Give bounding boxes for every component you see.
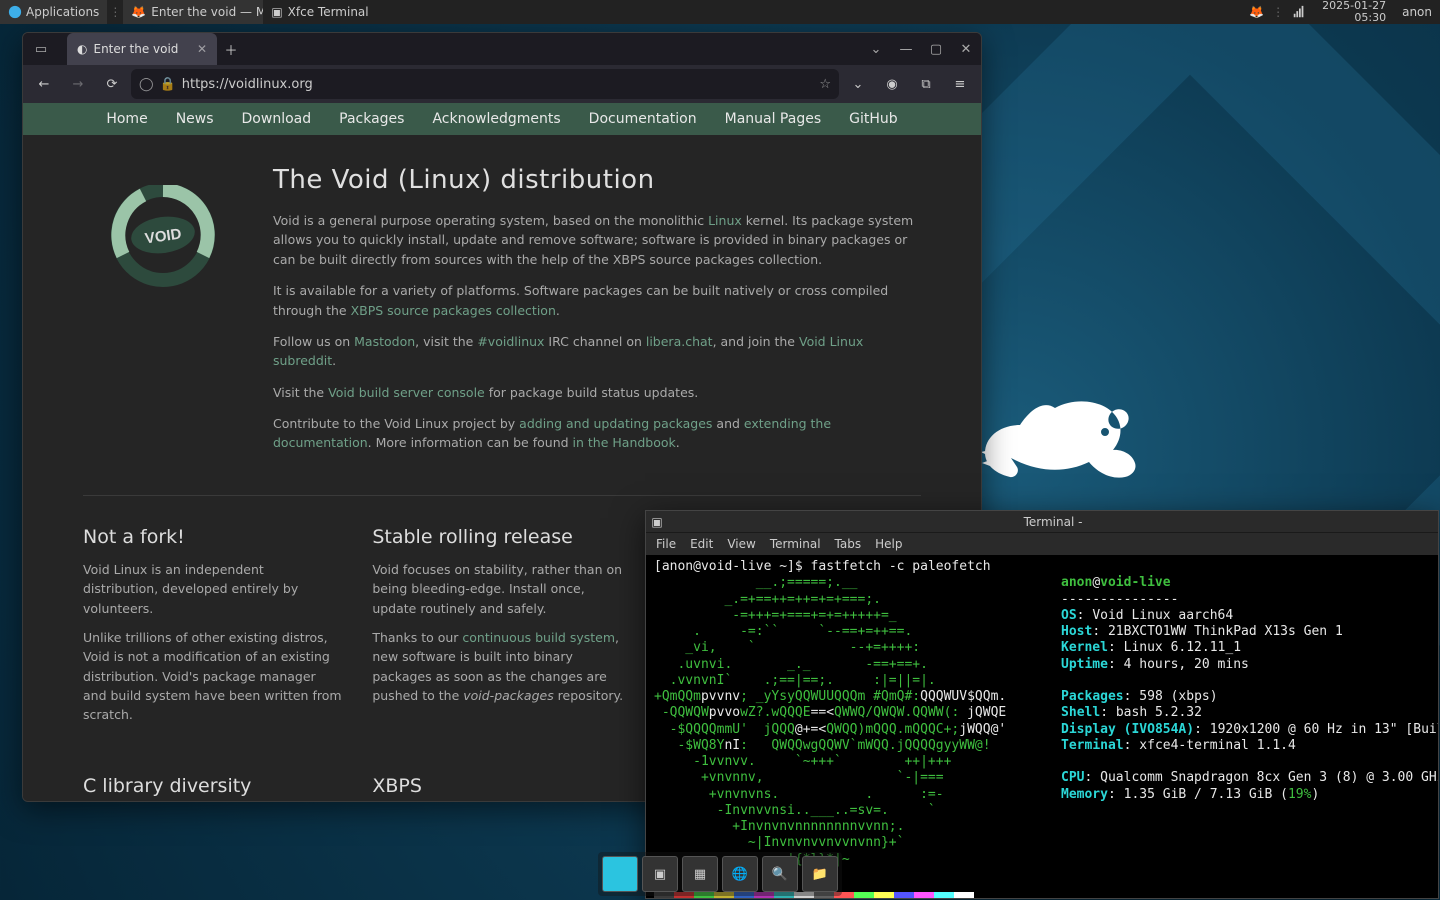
dock-file-manager[interactable]: ▦: [682, 856, 718, 892]
menu-help[interactable]: Help: [875, 537, 902, 551]
lock-icon: 🔒: [160, 77, 176, 92]
menu-file[interactable]: File: [656, 537, 676, 551]
menu-view[interactable]: View: [727, 537, 755, 551]
hero-para: It is available for a variety of platfor…: [273, 281, 921, 320]
site-nav: Home News Download Packages Acknowledgme…: [23, 103, 981, 135]
account-icon[interactable]: ◉: [877, 69, 907, 99]
feature-col: Stable rolling release Void focuses on st…: [372, 526, 631, 735]
tray-firefox-icon[interactable]: 🦊: [1241, 0, 1272, 24]
firefox-icon: 🦊: [131, 5, 146, 19]
save-to-pocket-icon[interactable]: ⌄: [843, 69, 873, 99]
firefox-spaces-icon[interactable]: ▭: [23, 42, 59, 57]
firefox-tabbar: ▭ ◐ Enter the void ✕ ＋ ⌄ — ▢ ✕: [23, 33, 981, 65]
nav-ack[interactable]: Acknowledgments: [432, 111, 560, 127]
col-para: Void focuses on stability, rather than o…: [372, 560, 631, 618]
hero-para: Follow us on Mastodon, visit the #voidli…: [273, 332, 921, 371]
terminal-titlebar[interactable]: ▣ Terminal -: [646, 511, 1438, 533]
hero-para: Contribute to the Void Linux project by …: [273, 414, 921, 453]
dock-app-finder[interactable]: 🔍: [762, 856, 798, 892]
dock-show-desktop[interactable]: [602, 856, 638, 892]
taskbar-label: Xfce Terminal: [288, 5, 369, 19]
taskbar-item-terminal[interactable]: ▣ Xfce Terminal: [263, 0, 376, 24]
new-tab-button[interactable]: ＋: [217, 35, 245, 63]
panel-separator: ⋮: [107, 5, 123, 19]
nav-forward-button[interactable]: →: [63, 69, 93, 99]
col-heading: Not a fork!: [83, 526, 342, 548]
panel-user[interactable]: anon: [1394, 0, 1440, 24]
feature-col: Not a fork! Void Linux is an independent …: [83, 526, 342, 735]
tray-network-icon[interactable]: [1284, 0, 1314, 24]
shield-icon: ◯: [139, 77, 154, 92]
divider: [83, 495, 921, 496]
nav-github[interactable]: GitHub: [849, 111, 898, 127]
menu-terminal[interactable]: Terminal: [770, 537, 821, 551]
hero-para: Visit the Void build server console for …: [273, 383, 921, 402]
bookmark-star-icon[interactable]: ☆: [819, 77, 831, 92]
list-tabs-button[interactable]: ⌄: [861, 33, 891, 65]
taskbar-label: Enter the void — Mozil…: [151, 5, 263, 19]
page-title: The Void (Linux) distribution: [273, 165, 921, 195]
menu-edit[interactable]: Edit: [690, 537, 713, 551]
firefox-toolbar: ← → ⟳ ◯ 🔒 https://voidlinux.org ☆ ⌄ ◉ ⧉ …: [23, 65, 981, 103]
col-heading: Stable rolling release: [372, 526, 631, 548]
dock-home[interactable]: 📁: [802, 856, 838, 892]
nav-reload-button[interactable]: ⟳: [97, 69, 127, 99]
dock-terminal[interactable]: ▣: [642, 856, 678, 892]
nav-docs[interactable]: Documentation: [589, 111, 697, 127]
dock-web-browser[interactable]: 🌐: [722, 856, 758, 892]
terminal-icon: ▣: [271, 5, 282, 19]
xfce-panel: Applications ⋮ 🦊 Enter the void — Mozil……: [0, 0, 1440, 24]
tab-title: Enter the void: [93, 42, 178, 56]
nav-packages[interactable]: Packages: [339, 111, 404, 127]
col-para: Unlike trillions of other existing distr…: [83, 628, 342, 725]
terminal-app-icon: ▣: [646, 515, 668, 529]
wallpaper-xfce-mouse: [980, 380, 1160, 490]
menu-tabs[interactable]: Tabs: [835, 537, 862, 551]
nav-man[interactable]: Manual Pages: [725, 111, 822, 127]
panel-clock[interactable]: 2025-01-27 05:30: [1314, 0, 1394, 24]
clock-time: 05:30: [1322, 12, 1386, 24]
nav-home[interactable]: Home: [106, 111, 147, 127]
xfce-terminal-window: ▣ Terminal - File Edit View Terminal Tab…: [645, 510, 1439, 899]
feature-col: C library diversityVoid Linux supports b…: [83, 775, 342, 801]
panel-separator: ⋮: [1272, 5, 1284, 19]
tab-favicon: ◐: [77, 42, 87, 56]
col-para: Thanks to our continuous build system, n…: [372, 628, 631, 706]
window-minimize-button[interactable]: —: [891, 33, 921, 65]
tab-close-icon[interactable]: ✕: [197, 42, 207, 56]
url-text: https://voidlinux.org: [182, 77, 313, 92]
window-close-button[interactable]: ✕: [951, 33, 981, 65]
xfce-dock: ▣ ▦ 🌐 🔍 📁: [598, 852, 842, 896]
xfce-logo-icon: [8, 5, 22, 19]
nav-news[interactable]: News: [176, 111, 214, 127]
app-menu-button[interactable]: ≡: [945, 69, 975, 99]
url-bar[interactable]: ◯ 🔒 https://voidlinux.org ☆: [131, 69, 839, 99]
col-para: Void Linux is an independent distributio…: [83, 560, 342, 618]
applications-menu[interactable]: Applications: [0, 0, 107, 24]
terminal-title: Terminal -: [668, 515, 1438, 529]
nav-back-button[interactable]: ←: [29, 69, 59, 99]
terminal-content[interactable]: [anon@void-live ~]$ fastfetch -c paleofe…: [646, 555, 1438, 898]
window-maximize-button[interactable]: ▢: [921, 33, 951, 65]
void-logo: VOID: [83, 165, 243, 465]
extensions-icon[interactable]: ⧉: [911, 69, 941, 99]
hero-para: Void is a general purpose operating syst…: [273, 211, 921, 269]
browser-tab[interactable]: ◐ Enter the void ✕: [67, 33, 217, 65]
col-heading: C library diversity: [83, 775, 342, 797]
taskbar-item-firefox[interactable]: 🦊 Enter the void — Mozil…: [123, 0, 263, 24]
feature-col: XBPSxbps is the native system package ma…: [372, 775, 631, 801]
nav-download[interactable]: Download: [242, 111, 312, 127]
applications-label: Applications: [26, 5, 99, 19]
col-heading: XBPS: [372, 775, 631, 797]
terminal-menubar: File Edit View Terminal Tabs Help: [646, 533, 1438, 555]
